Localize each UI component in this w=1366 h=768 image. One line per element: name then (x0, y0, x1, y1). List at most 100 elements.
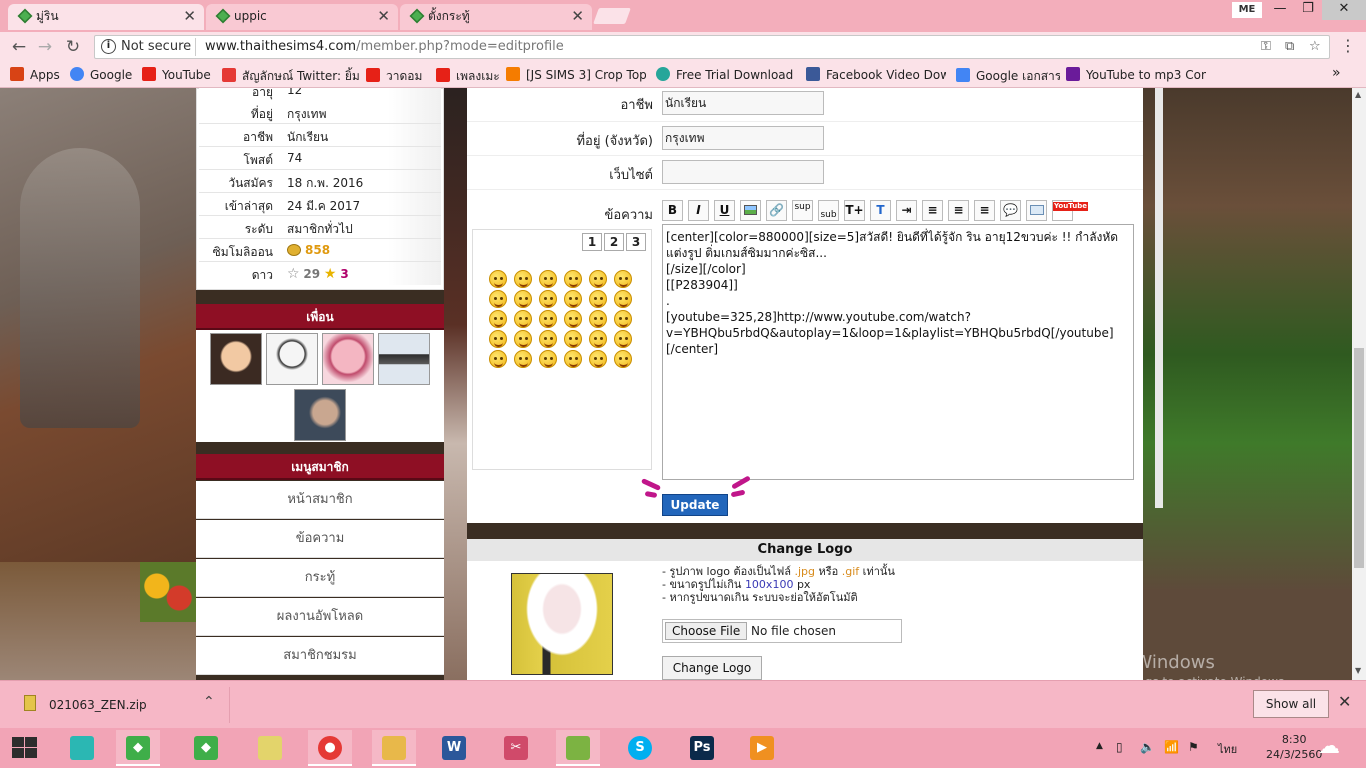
smiley-icon[interactable] (614, 310, 632, 328)
change-logo-button[interactable]: Change Logo (662, 656, 762, 680)
smiley-page-2[interactable]: 2 (604, 233, 624, 251)
forward-icon[interactable]: → (34, 36, 56, 58)
smiley-icon[interactable] (589, 290, 607, 308)
quote-icon[interactable]: 💬 (1000, 200, 1021, 221)
member-menu-item-home[interactable]: หน้าสมาชิก (196, 481, 444, 519)
taskbar-app[interactable] (372, 730, 416, 766)
smiley-icon[interactable] (514, 310, 532, 328)
smiley-icon[interactable] (539, 330, 557, 348)
close-window-button[interactable]: ✕ (1322, 0, 1366, 20)
profile-button[interactable]: ME (1232, 2, 1262, 18)
youtube-insert-icon[interactable]: YouTube (1052, 200, 1088, 221)
close-tab-icon[interactable]: ✕ (377, 4, 390, 28)
smiley-icon[interactable] (564, 270, 582, 288)
smiley-icon[interactable] (614, 330, 632, 348)
smiley-icon[interactable] (589, 310, 607, 328)
language-indicator[interactable]: ไทย (1218, 740, 1237, 758)
star-bookmark-icon[interactable]: ☆ (1309, 39, 1321, 54)
tab-new-topic[interactable]: ตั้งกระทู้ ✕ (400, 4, 592, 30)
close-tab-icon[interactable]: ✕ (571, 4, 584, 28)
close-download-bar-icon[interactable]: ✕ (1338, 692, 1351, 711)
download-item[interactable]: 021063_ZEN.zip ⌃ (10, 687, 230, 723)
bookmark-apps[interactable]: Apps (10, 67, 66, 85)
smiley-icon[interactable] (539, 270, 557, 288)
smiley-icon[interactable] (614, 350, 632, 368)
minimize-button[interactable]: — (1266, 0, 1294, 20)
bookmark-js-sims[interactable]: [JS SIMS 3] Crop Top (506, 67, 646, 85)
translate-icon[interactable]: ⧉ (1285, 39, 1294, 54)
back-icon[interactable]: ← (8, 36, 30, 58)
align-center-icon[interactable]: ≡ (948, 200, 969, 221)
box-icon[interactable] (1026, 200, 1047, 221)
member-menu-item-messages[interactable]: ข้อความ (196, 520, 444, 558)
taskbar-app[interactable]: S (618, 730, 662, 766)
volume-icon[interactable]: 🔈 (1140, 740, 1155, 754)
smiley-icon[interactable] (564, 290, 582, 308)
underline-button[interactable]: U (714, 200, 735, 221)
smiley-page-3[interactable]: 3 (626, 233, 646, 251)
smiley-icon[interactable] (589, 270, 607, 288)
download-file-name[interactable]: 021063_ZEN.zip (49, 698, 147, 712)
security-label[interactable]: Not secure (121, 39, 191, 54)
smiley-icon[interactable] (514, 350, 532, 368)
chrome-menu-icon[interactable]: ⋮ (1340, 36, 1356, 55)
member-menu-item-uploads[interactable]: ผลงานอัพโหลด (196, 598, 444, 636)
info-icon[interactable]: i (101, 39, 116, 54)
font-color-button[interactable]: T (870, 200, 891, 221)
bookmark-twitter-symbols[interactable]: สัญลักษณ์ Twitter: ยิ้ม E (222, 67, 362, 85)
taskbar-app[interactable] (556, 730, 600, 766)
italic-button[interactable]: I (688, 200, 709, 221)
tab-muurin[interactable]: มู่ริน ✕ (8, 4, 204, 30)
bookmark-youtube[interactable]: YouTube (142, 67, 216, 85)
bookmark-waadom[interactable]: วาดอม (366, 67, 428, 85)
windows-start-icon[interactable] (10, 736, 38, 760)
smiley-icon[interactable] (489, 290, 507, 308)
font-size-button[interactable]: T+ (844, 200, 865, 221)
restore-button[interactable]: ❐ (1294, 0, 1322, 20)
align-right-icon[interactable]: ≡ (974, 200, 995, 221)
bookmark-free-trial[interactable]: Free Trial Download | (656, 67, 796, 85)
clock[interactable]: 8:30 24/3/2560 (1266, 732, 1322, 762)
smiley-icon[interactable] (564, 310, 582, 328)
smiley-icon[interactable] (514, 330, 532, 348)
smiley-icon[interactable] (539, 290, 557, 308)
address-bar[interactable]: i Not secure www.thaithesims4.com/member… (94, 35, 1330, 59)
smiley-icon[interactable] (614, 270, 632, 288)
chevron-up-icon[interactable]: ⌃ (203, 694, 215, 710)
occupation-input[interactable] (662, 91, 824, 115)
smiley-icon[interactable] (489, 310, 507, 328)
bookmark-facebook-video[interactable]: Facebook Video Dow (806, 67, 946, 85)
new-tab-button[interactable] (593, 8, 631, 24)
device-icon[interactable]: ▯ (1116, 740, 1123, 754)
superscript-button[interactable]: sup (792, 200, 813, 221)
align-left-icon[interactable]: ≡ (922, 200, 943, 221)
friend-avatar[interactable] (210, 333, 262, 385)
reload-icon[interactable]: ↻ (62, 36, 84, 58)
taskbar-app[interactable]: Ps (680, 730, 724, 766)
smiley-icon[interactable] (489, 270, 507, 288)
website-input[interactable] (662, 160, 824, 184)
show-all-button[interactable]: Show all (1253, 690, 1329, 718)
scroll-thumb[interactable] (1354, 348, 1364, 568)
scroll-up-icon[interactable]: ▲ (1355, 90, 1361, 99)
member-menu-item-club[interactable]: สมาชิกชมรม (196, 637, 444, 675)
tab-uppic[interactable]: uppic ✕ (206, 4, 398, 30)
friend-avatar[interactable] (322, 333, 374, 385)
message-textarea[interactable]: [center][color=880000][size=5]สวัสดี! ยิ… (662, 224, 1134, 480)
subscript-button[interactable]: sub (818, 200, 839, 221)
flag-icon[interactable]: ⚑ (1188, 740, 1199, 754)
friend-avatar[interactable] (294, 389, 346, 441)
bookmark-youtube-mp3[interactable]: YouTube to mp3 Con (1066, 67, 1206, 85)
smiley-icon[interactable] (539, 310, 557, 328)
close-tab-icon[interactable]: ✕ (183, 4, 196, 28)
url-text[interactable]: www.thaithesims4.com/member.php?mode=edi… (205, 39, 564, 54)
address-input[interactable] (662, 126, 824, 150)
smiley-icon[interactable] (514, 270, 532, 288)
network-icon[interactable]: 📶 (1164, 740, 1179, 754)
more-bookmarks-button[interactable]: » (1332, 65, 1346, 83)
choose-file-button[interactable]: Choose File (665, 622, 748, 640)
smiley-icon[interactable] (589, 330, 607, 348)
update-button[interactable]: Update (662, 494, 728, 516)
smiley-icon[interactable] (539, 350, 557, 368)
taskbar-app[interactable]: ● (308, 730, 352, 766)
